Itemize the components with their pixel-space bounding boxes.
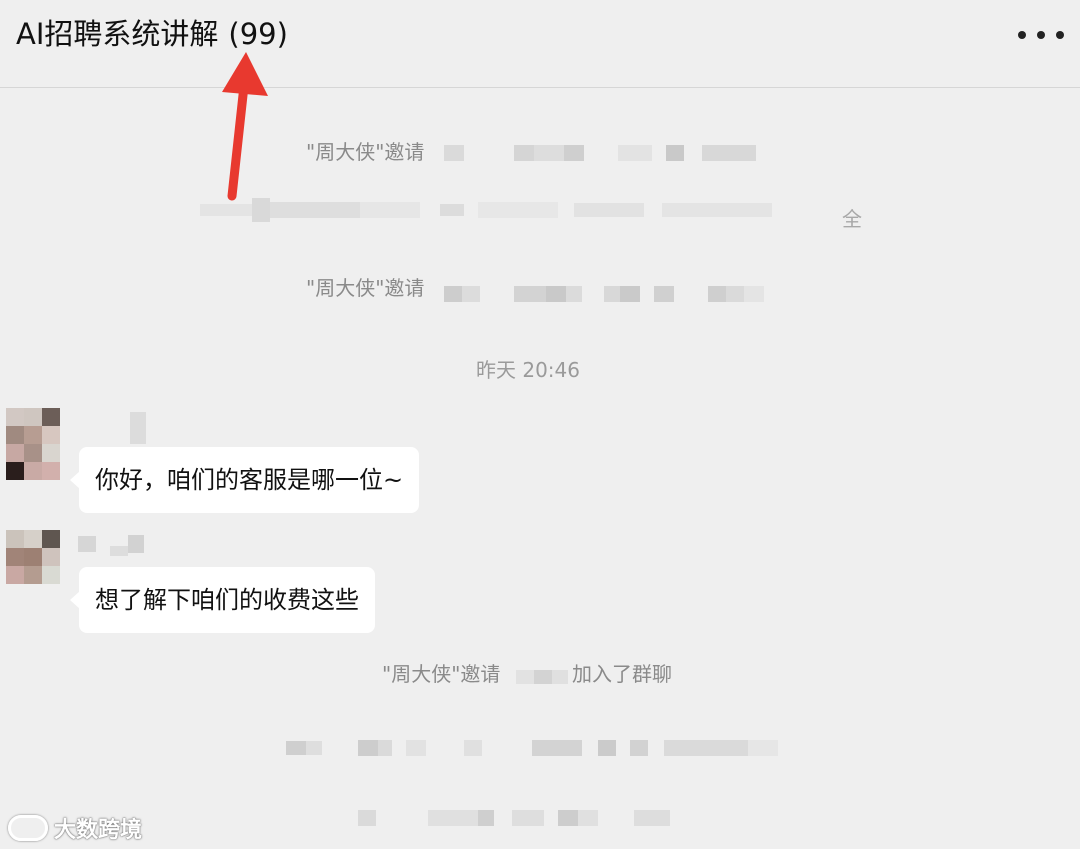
system-message-invite: "周大侠"邀请 (382, 662, 501, 686)
chat-title[interactable]: AI招聘系统讲解 (99) (16, 14, 288, 54)
notice-tail: 全 (842, 207, 862, 231)
redacted-sender-name (130, 412, 146, 444)
message-text: 你好，咱们的客服是哪一位~ (95, 466, 404, 494)
redacted-notice (358, 810, 670, 826)
redacted-notice (286, 740, 778, 756)
redacted-text (444, 145, 756, 161)
message-timestamp: 昨天 20:46 (476, 358, 580, 382)
group-name: AI招聘系统讲解 (16, 17, 219, 51)
chat-bubble[interactable]: 想了解下咱们的收费这些 (70, 567, 375, 633)
redacted-notice (200, 198, 772, 222)
chat-header: AI招聘系统讲解 (99) (0, 0, 1080, 88)
redacted-text (444, 286, 764, 302)
watermark: 大数跨境 (8, 812, 142, 844)
annotation-arrow-icon (222, 52, 268, 201)
system-message-joined: 加入了群聊 (572, 662, 672, 686)
chat-bubble[interactable]: 你好，咱们的客服是哪一位~ (69, 447, 420, 513)
system-message-invite: "周大侠"邀请 (306, 140, 425, 164)
member-count: (99) (228, 17, 288, 51)
sender-avatar[interactable] (6, 408, 60, 480)
redacted-text (516, 670, 568, 684)
partial-timestamp (476, 74, 482, 88)
more-dots-icon[interactable] (1018, 20, 1064, 50)
watermark-logo-icon (8, 815, 48, 841)
message-text: 想了解下咱们的收费这些 (95, 586, 359, 614)
system-message-invite: "周大侠"邀请 (306, 276, 425, 300)
redacted-sender-name (78, 532, 144, 556)
sender-avatar[interactable] (6, 530, 60, 584)
